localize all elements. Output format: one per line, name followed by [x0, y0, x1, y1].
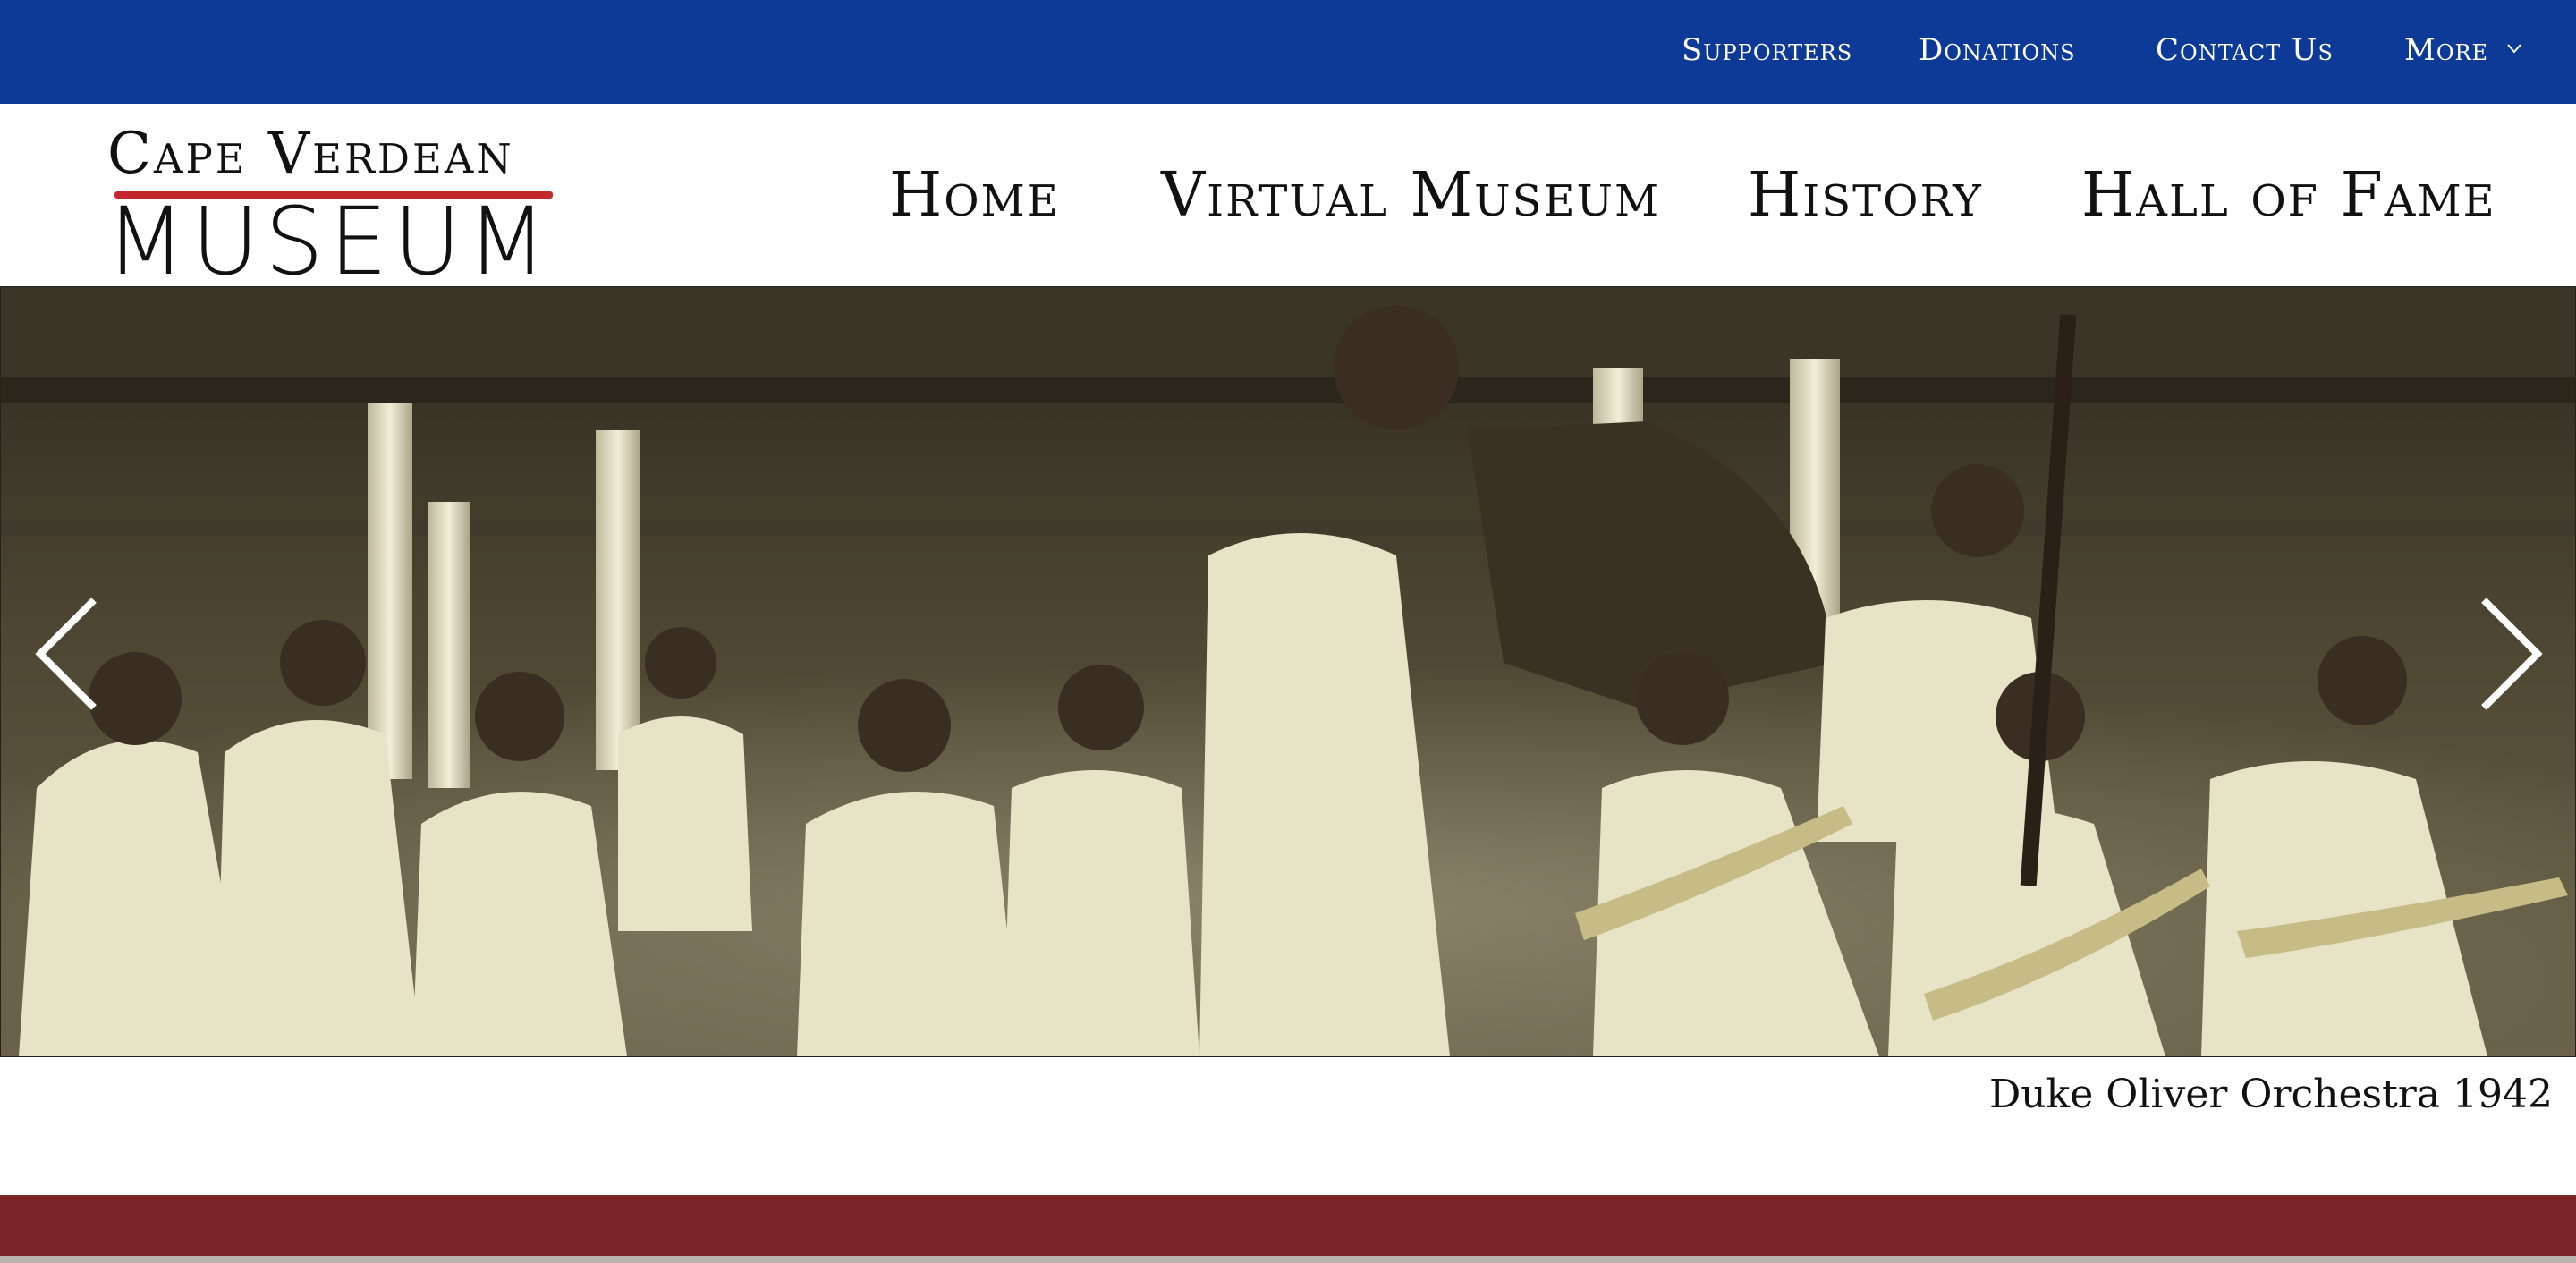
- orchestra-photo: [1, 287, 2575, 1056]
- main-nav-virtual-museum[interactable]: Virtual Museum: [1161, 160, 1660, 232]
- logo-line-1: Cape Verdean: [107, 121, 514, 187]
- hero-caption: Duke Oliver Orchestra 1942: [1988, 1072, 2553, 1117]
- chevron-down-icon: [2507, 44, 2521, 54]
- hero-slideshow[interactable]: [0, 286, 2576, 1057]
- top-nav-donations[interactable]: Donations: [1919, 32, 2076, 68]
- chevron-left-icon[interactable]: [30, 591, 110, 716]
- footer-band: [0, 1195, 2576, 1263]
- main-nav-hall-of-fame[interactable]: Hall of Fame: [2081, 160, 2496, 232]
- top-nav-supporters[interactable]: Supporters: [1682, 32, 1852, 68]
- main-nav-history[interactable]: History: [1748, 160, 1983, 232]
- top-nav-contact-us[interactable]: Contact Us: [2156, 32, 2334, 68]
- main-nav-home[interactable]: Home: [889, 160, 1060, 232]
- museum-logo[interactable]: Cape Verdean MUSEUM: [106, 121, 571, 292]
- footer-shadow: [0, 1256, 2576, 1263]
- top-nav-more-label: More: [2404, 32, 2489, 68]
- site-header: Cape Verdean MUSEUM Home Virtual Museum …: [0, 104, 2576, 292]
- top-nav-more[interactable]: More: [2404, 32, 2522, 68]
- top-utility-bar: Supporters Donations Contact Us More: [0, 0, 2576, 104]
- chevron-right-icon[interactable]: [2468, 591, 2548, 716]
- logo-line-2: MUSEUM: [106, 187, 553, 296]
